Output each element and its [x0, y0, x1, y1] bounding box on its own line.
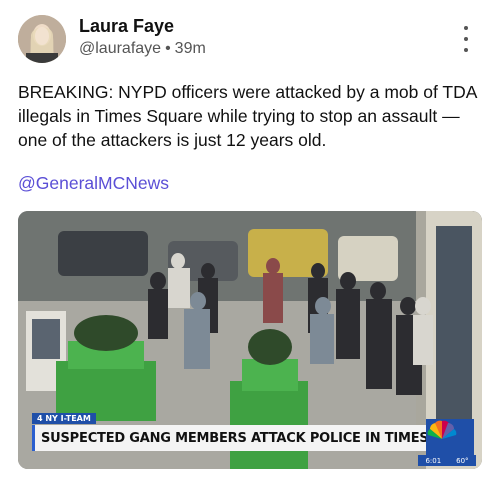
news-chyron: SUSPECTED GANG MEMBERS ATTACK POLICE IN …: [32, 425, 426, 451]
avatar[interactable]: [18, 15, 66, 63]
temperature: 60°: [456, 456, 469, 465]
post-timestamp: 39m: [174, 40, 206, 57]
social-post: Laura Faye @laurafaye • 39m BREAKING: NYPD…: [0, 0, 500, 488]
post-meta: @laurafaye • 39m: [79, 40, 206, 58]
nbc-peacock-icon: [426, 419, 474, 455]
more-dot: [464, 48, 468, 52]
meta-separator: •: [165, 40, 171, 57]
post-text: BREAKING: NYPD officers were attacked by…: [18, 82, 477, 150]
clock-time: 6:01: [425, 456, 442, 465]
station-tag: 4 NY I-TEAM: [32, 413, 96, 424]
author-name[interactable]: Laura Faye: [79, 16, 174, 37]
clock-bar: 6:01 60°: [418, 455, 476, 466]
more-dot: [464, 37, 468, 41]
author-handle[interactable]: @laurafaye: [79, 40, 161, 57]
mention-link[interactable]: @GeneralMCNews: [18, 173, 169, 194]
video-thumbnail[interactable]: 4 NY I-TEAM SUSPECTED GANG MEMBERS ATTAC…: [18, 211, 482, 469]
more-options-icon[interactable]: [456, 26, 476, 52]
more-dot: [464, 26, 468, 30]
